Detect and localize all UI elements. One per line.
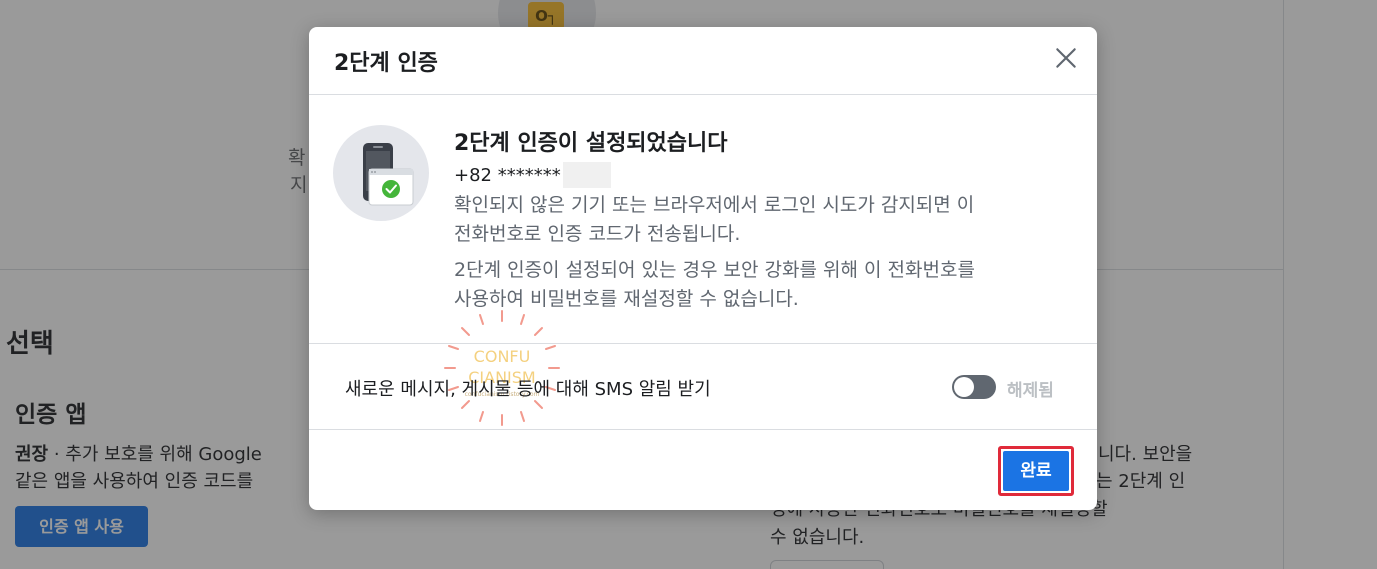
verification-info-line: 확인되지 않은 기기 또는 브라우저에서 로그인 시도가 감지되면 이 (454, 194, 975, 216)
phone-number-redaction (562, 162, 611, 188)
modal-footer: 완료 (309, 430, 1097, 510)
two-factor-modal: 2단계 인증 2단계 인증이 설정되었습니다 +82 ******* 확인되지 … (309, 27, 1097, 510)
modal-title: 2단계 인증 (334, 51, 438, 76)
phone-number-text: +82 ******* (454, 164, 561, 186)
verification-info: 확인되지 않은 기기 또는 브라우저에서 로그인 시도가 감지되면 이 전화번호… (454, 191, 1074, 249)
close-button[interactable] (1053, 45, 1079, 71)
close-icon (1056, 48, 1076, 68)
success-title: 2단계 인증이 설정되었습니다 (454, 131, 728, 156)
done-button[interactable]: 완료 (998, 446, 1074, 496)
sms-alert-row: 새로운 메시지, 게시물 등에 대해 SMS 알림 받기 해제됨 (309, 344, 1097, 430)
reset-warning: 2단계 인증이 설정되어 있는 경우 보안 강화를 위해 이 전화번호를 사용하… (454, 256, 1074, 314)
phone-number: +82 ******* (454, 162, 611, 188)
toggle-knob (954, 377, 974, 397)
sms-alert-toggle[interactable] (952, 375, 996, 399)
phone-check-icon (333, 125, 429, 221)
modal-body: 2단계 인증이 설정되었습니다 +82 ******* 확인되지 않은 기기 또… (309, 95, 1097, 426)
sms-toggle-state: 해제됨 (1007, 381, 1054, 401)
done-button-label: 완료 (1003, 451, 1069, 491)
modal-header: 2단계 인증 (309, 27, 1097, 95)
reset-warning-line: 2단계 인증이 설정되어 있는 경우 보안 강화를 위해 이 전화번호를 (454, 259, 975, 281)
sms-alert-label: 새로운 메시지, 게시물 등에 대해 SMS 알림 받기 (345, 379, 711, 400)
reset-warning-line: 사용하여 비밀번호를 재설정할 수 없습니다. (454, 288, 799, 310)
verification-info-line: 전화번호로 인증 코드가 전송됩니다. (454, 223, 741, 245)
